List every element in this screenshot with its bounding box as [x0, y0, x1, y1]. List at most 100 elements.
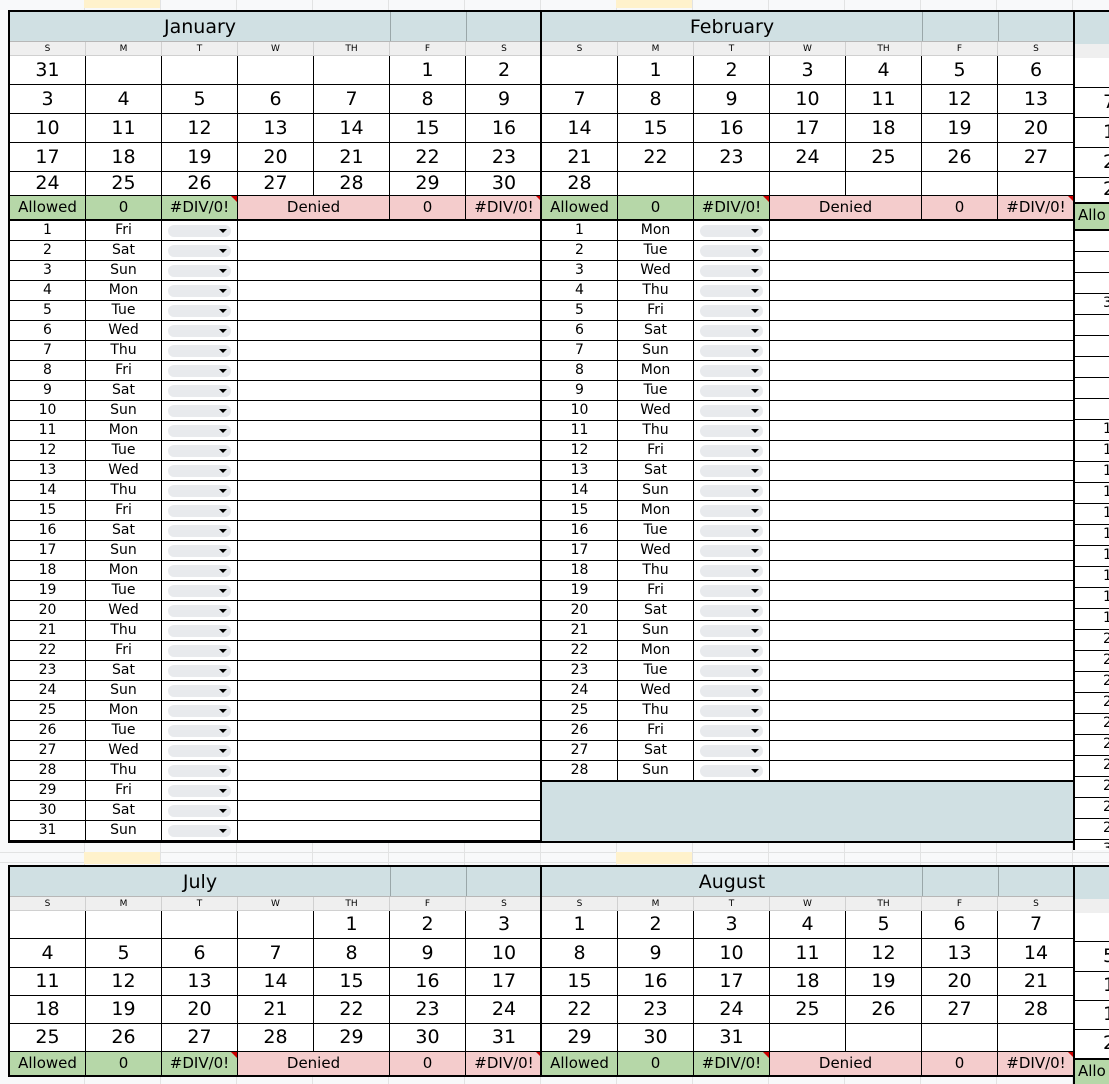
notes-cell[interactable] [238, 381, 542, 400]
calendar-date-cell[interactable]: 3 [694, 911, 770, 938]
notes-cell[interactable] [770, 481, 1074, 500]
denied-percentage[interactable]: #DIV/0! [998, 1052, 1074, 1075]
status-dropdown[interactable] [694, 441, 770, 460]
calendar-date-cell[interactable]: 12 [162, 114, 238, 142]
notes-cell[interactable] [238, 401, 542, 420]
calendar-date-cell[interactable]: 3 [770, 56, 846, 84]
dropdown-arrow-icon[interactable] [219, 409, 227, 413]
calendar-date-cell[interactable]: 18 [86, 143, 162, 171]
calendar-date-cell[interactable]: 5 [922, 56, 998, 84]
dropdown-arrow-icon[interactable] [219, 609, 227, 613]
calendar-date-cell[interactable]: 28 [314, 172, 390, 195]
calendar-date-cell[interactable]: 15 [618, 114, 694, 142]
notes-cell[interactable] [238, 261, 542, 280]
calendar-date-cell[interactable] [10, 911, 86, 938]
calendar-date-cell[interactable]: 25 [10, 1024, 86, 1051]
calendar-date-cell[interactable]: 16 [618, 968, 694, 995]
calendar-date-cell[interactable] [846, 172, 922, 195]
notes-cell[interactable] [770, 501, 1074, 520]
dropdown-arrow-icon[interactable] [219, 689, 227, 693]
status-dropdown[interactable] [162, 601, 238, 620]
calendar-date-cell[interactable]: 26 [162, 172, 238, 195]
calendar-date-cell[interactable]: 11 [770, 939, 846, 967]
calendar-date-cell[interactable]: 31 [10, 56, 86, 84]
status-dropdown[interactable] [162, 501, 238, 520]
status-dropdown[interactable] [694, 661, 770, 680]
status-dropdown[interactable] [694, 221, 770, 240]
status-dropdown[interactable] [694, 321, 770, 340]
calendar-date-cell[interactable]: 23 [390, 996, 466, 1023]
status-dropdown[interactable] [162, 381, 238, 400]
calendar-date-cell[interactable]: 24 [770, 143, 846, 171]
dropdown-arrow-icon[interactable] [219, 749, 227, 753]
calendar-date-cell[interactable]: 28 [998, 996, 1074, 1023]
notes-cell[interactable] [770, 641, 1074, 660]
allowed-percentage[interactable]: #DIV/0! [162, 1052, 238, 1075]
status-dropdown[interactable] [694, 581, 770, 600]
status-dropdown[interactable] [694, 601, 770, 620]
status-dropdown[interactable] [694, 701, 770, 720]
dropdown-arrow-icon[interactable] [751, 309, 759, 313]
status-dropdown[interactable] [694, 561, 770, 580]
notes-cell[interactable] [238, 301, 542, 320]
calendar-date-cell[interactable]: 14 [314, 114, 390, 142]
dropdown-arrow-icon[interactable] [219, 629, 227, 633]
calendar-date-cell[interactable]: 14 [238, 968, 314, 995]
dropdown-arrow-icon[interactable] [219, 669, 227, 673]
notes-cell[interactable] [770, 681, 1074, 700]
notes-cell[interactable] [770, 541, 1074, 560]
notes-cell[interactable] [238, 681, 542, 700]
calendar-date-cell[interactable] [238, 911, 314, 938]
notes-cell[interactable] [770, 301, 1074, 320]
calendar-date-cell[interactable]: 21 [238, 996, 314, 1023]
notes-cell[interactable] [238, 761, 542, 780]
notes-cell[interactable] [770, 521, 1074, 540]
calendar-date-cell[interactable]: 23 [618, 996, 694, 1023]
calendar-date-cell[interactable] [694, 172, 770, 195]
dropdown-arrow-icon[interactable] [219, 709, 227, 713]
dropdown-arrow-icon[interactable] [751, 549, 759, 553]
calendar-date-cell[interactable]: 5 [86, 939, 162, 967]
status-dropdown[interactable] [162, 461, 238, 480]
calendar-date-cell[interactable] [998, 1024, 1074, 1051]
status-dropdown[interactable] [694, 341, 770, 360]
status-dropdown[interactable] [694, 521, 770, 540]
notes-cell[interactable] [238, 421, 542, 440]
notes-cell[interactable] [238, 621, 542, 640]
calendar-date-cell[interactable]: 4 [846, 56, 922, 84]
calendar-date-cell[interactable]: 16 [390, 968, 466, 995]
calendar-date-cell[interactable]: 31 [694, 1024, 770, 1051]
notes-cell[interactable] [238, 741, 542, 760]
dropdown-arrow-icon[interactable] [751, 329, 759, 333]
dropdown-arrow-icon[interactable] [751, 509, 759, 513]
status-dropdown[interactable] [162, 761, 238, 780]
notes-cell[interactable] [770, 601, 1074, 620]
calendar-date-cell[interactable]: 19 [162, 143, 238, 171]
calendar-date-cell[interactable]: 17 [10, 143, 86, 171]
dropdown-arrow-icon[interactable] [219, 489, 227, 493]
notes-cell[interactable] [238, 581, 542, 600]
notes-cell[interactable] [770, 281, 1074, 300]
calendar-date-cell[interactable]: 10 [770, 85, 846, 113]
calendar-date-cell[interactable]: 7 [314, 85, 390, 113]
denied-percentage[interactable]: #DIV/0! [466, 1052, 542, 1075]
calendar-date-cell[interactable]: 12 [86, 968, 162, 995]
status-dropdown[interactable] [162, 301, 238, 320]
calendar-date-cell[interactable]: 30 [618, 1024, 694, 1051]
status-dropdown[interactable] [694, 621, 770, 640]
dropdown-arrow-icon[interactable] [219, 469, 227, 473]
status-dropdown[interactable] [162, 421, 238, 440]
status-dropdown[interactable] [694, 361, 770, 380]
status-dropdown[interactable] [162, 641, 238, 660]
notes-cell[interactable] [770, 421, 1074, 440]
calendar-date-cell[interactable]: 9 [618, 939, 694, 967]
dropdown-arrow-icon[interactable] [219, 269, 227, 273]
calendar-date-cell[interactable]: 22 [618, 143, 694, 171]
calendar-date-cell[interactable]: 14 [998, 939, 1074, 967]
status-dropdown[interactable] [162, 681, 238, 700]
notes-cell[interactable] [238, 801, 542, 820]
calendar-date-cell[interactable]: 22 [390, 143, 466, 171]
calendar-date-cell[interactable]: 24 [466, 996, 542, 1023]
allowed-percentage[interactable]: #DIV/0! [694, 196, 770, 219]
calendar-date-cell[interactable]: 8 [542, 939, 618, 967]
